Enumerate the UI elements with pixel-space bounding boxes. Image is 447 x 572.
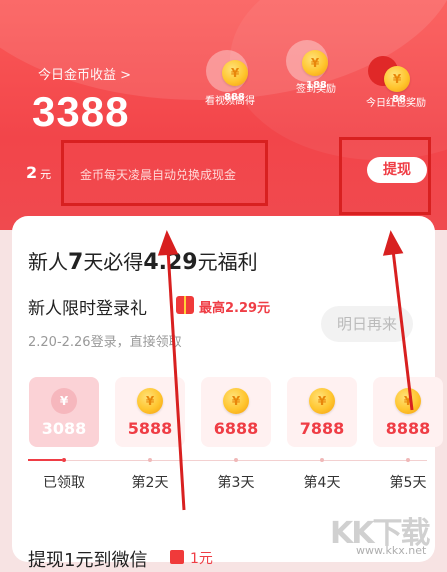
watermark-url: www.kkx.net	[356, 544, 427, 557]
annotation-arrow-right	[391, 249, 414, 411]
annotation-arrowhead-right	[382, 230, 404, 256]
annotation-arrowhead-left	[157, 230, 179, 256]
annotation-arrow-left	[166, 249, 186, 511]
annotation-arrows	[157, 230, 414, 511]
